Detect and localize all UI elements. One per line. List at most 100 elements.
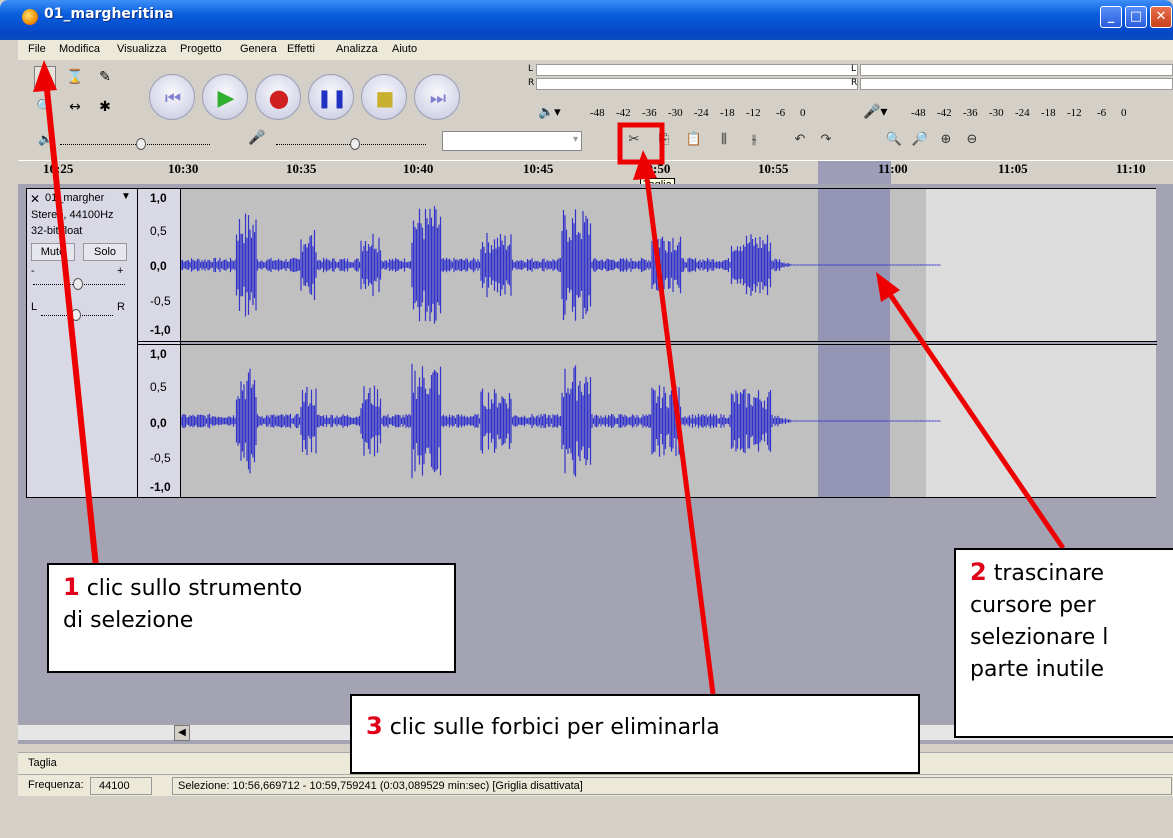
silence-icon[interactable]: ⫳	[742, 129, 766, 151]
rec-meter-right	[860, 78, 1173, 90]
timeline-label: 11:00	[878, 161, 908, 176]
draw-tool-icon[interactable]: ✎	[94, 66, 116, 88]
mute-button[interactable]: Muto	[31, 243, 75, 261]
waveform-channel	[181, 363, 941, 479]
ruler-label: 0,5	[150, 224, 167, 238]
ruler-label: -0,5	[150, 294, 171, 308]
pause-button[interactable]: ❚❚	[308, 74, 354, 120]
menu-modifica[interactable]: Modifica	[59, 43, 100, 55]
close-button[interactable]: ✕	[1150, 6, 1172, 28]
record-button[interactable]: ●	[255, 74, 301, 120]
track-name-menu[interactable]: 01_margher	[45, 192, 104, 204]
scale-rec-6: -12	[1067, 107, 1082, 119]
rec-meter-left	[860, 64, 1173, 76]
zoom-out-icon[interactable]: 🔎	[908, 129, 932, 151]
selection-tool-icon[interactable]: I	[34, 66, 56, 88]
audacity-window: 01_margheritina _ □ ✕ File Modifica Visu…	[0, 0, 1173, 838]
scale-play-2: -36	[642, 107, 657, 119]
undo-icon[interactable]: ↶	[788, 129, 812, 151]
menu-bar: File Modifica Visualizza Progetto Genera…	[18, 40, 1173, 60]
zoom-tool-icon[interactable]: 🔍	[34, 96, 56, 118]
callout-step-2: 2 trascinare cursore per selezionare l p…	[954, 548, 1173, 738]
callout-1-text: clic sullo strumento	[79, 576, 303, 601]
input-source-select[interactable]: ▾	[442, 131, 582, 151]
scroll-left-icon[interactable]: ◀	[174, 725, 190, 741]
speaker-icon[interactable]: 🔈▾	[538, 105, 561, 120]
waveform-area[interactable]	[180, 188, 1157, 498]
stop-button[interactable]: ■	[361, 74, 407, 120]
gain-plus: +	[117, 265, 124, 277]
status-action: Taglia	[28, 757, 57, 769]
mic-volume-icon: 🎤	[248, 130, 266, 146]
menu-file[interactable]: File	[28, 43, 46, 55]
pan-left-label: L	[31, 301, 38, 313]
timeline-label: 10:25	[43, 161, 74, 176]
rate-field[interactable]: 44100	[90, 777, 152, 795]
callout-step-1: 1 clic sullo strumento di selezione	[47, 563, 456, 673]
zoom-in-icon[interactable]: 🔍	[882, 129, 906, 151]
scale-rec-1: -42	[937, 107, 952, 119]
playback-volume-slider[interactable]	[60, 144, 210, 145]
gain-thumb[interactable]	[73, 278, 83, 290]
pan-right-label: R	[117, 301, 125, 313]
fit-selection-icon[interactable]: ⊕	[934, 129, 958, 151]
minimize-button[interactable]: _	[1100, 6, 1122, 28]
ruler-label: 1,0	[150, 191, 167, 205]
scale-rec-8: 0	[1121, 107, 1127, 119]
timeline-label: 10:50	[640, 161, 671, 176]
multi-tool-icon[interactable]: ✱	[94, 96, 116, 118]
dropdown-arrow-icon: ▾	[572, 134, 578, 145]
maximize-button[interactable]: □	[1125, 6, 1147, 28]
track-close-icon[interactable]: ✕	[30, 192, 40, 206]
rate-label: Frequenza:	[28, 779, 84, 791]
playback-volume-thumb[interactable]	[136, 138, 146, 150]
pan-thumb[interactable]	[71, 309, 81, 321]
ruler-label: 1,0	[150, 347, 167, 361]
volume-icon: 🔈	[38, 132, 53, 146]
trim-icon[interactable]: ⫼	[712, 129, 736, 151]
callout-2-text-line4: parte inutile	[970, 657, 1105, 682]
menu-genera[interactable]: Genera	[240, 43, 277, 55]
timeline-ruler[interactable]: 10:25 10:30 10:35 10:40 10:45 10:50 10:5…	[18, 160, 1173, 185]
envelope-tool-icon[interactable]: ⌛	[64, 66, 86, 88]
callout-2-number: 2	[970, 558, 987, 586]
skip-end-button[interactable]: ⏭	[414, 74, 460, 120]
callout-2-text: trascinare	[986, 561, 1105, 586]
menu-visualizza[interactable]: Visualizza	[117, 43, 166, 55]
rec-meter-L-label: L	[851, 64, 857, 74]
callout-2-text-line2: cursore per	[970, 593, 1096, 618]
timeline-label: 11:05	[998, 161, 1028, 176]
cut-scissors-icon[interactable]: ✂	[622, 129, 646, 151]
callout-1-number: 1	[63, 573, 80, 601]
copy-icon[interactable]: ⎘	[652, 129, 676, 151]
skip-start-button[interactable]: ⏮	[149, 74, 195, 120]
record-volume-thumb[interactable]	[350, 138, 360, 150]
fit-project-icon[interactable]: ⊖	[960, 129, 984, 151]
gain-minus: -	[31, 265, 35, 277]
scale-play-8: 0	[800, 107, 806, 119]
scale-play-7: -6	[776, 107, 786, 119]
menu-analizza[interactable]: Analizza	[336, 43, 378, 55]
timeline-label: 10:35	[286, 161, 317, 176]
solo-button[interactable]: Solo	[83, 243, 127, 261]
paste-icon[interactable]: 📋	[682, 129, 706, 151]
menu-aiuto[interactable]: Aiuto	[392, 43, 417, 55]
status-bar: Frequenza: 44100 Selezione: 10:56,669712…	[18, 774, 1173, 796]
timeshift-tool-icon[interactable]: ↔	[64, 96, 86, 118]
play-meter-R-label: R	[528, 78, 535, 88]
redo-icon[interactable]: ↷	[814, 129, 838, 151]
scale-rec-0: -48	[911, 107, 926, 119]
track-menu-arrow-icon[interactable]: ▼	[121, 191, 131, 202]
play-button[interactable]: ▶	[202, 74, 248, 120]
play-meter-left	[536, 64, 858, 76]
menu-effetti[interactable]: Effetti	[287, 43, 315, 55]
callout-3-text: clic sulle forbici per eliminarla	[382, 715, 720, 740]
track-control-panel: ✕ 01_margher ▼ Stereo, 44100Hz 32-bit fl…	[26, 188, 138, 498]
scale-rec-4: -24	[1015, 107, 1030, 119]
play-meter-right	[536, 78, 858, 90]
menu-progetto[interactable]: Progetto	[180, 43, 222, 55]
scale-play-4: -24	[694, 107, 709, 119]
callout-step-3: 3 clic sulle forbici per eliminarla	[350, 694, 920, 774]
timeline-label: 10:55	[758, 161, 789, 176]
microphone-icon[interactable]: 🎤▾	[863, 104, 887, 120]
